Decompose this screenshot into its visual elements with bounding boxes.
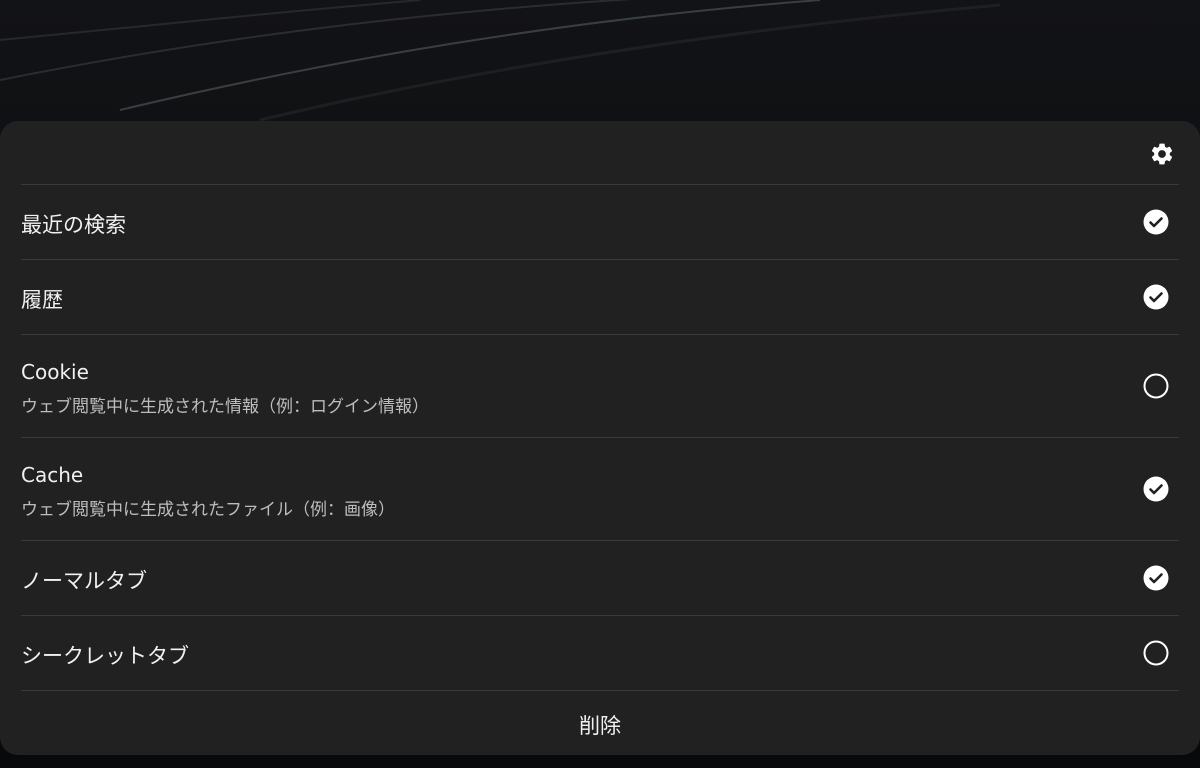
option-normal-tabs[interactable]: ノーマルタブ	[21, 541, 1179, 616]
option-history[interactable]: 履歴	[21, 260, 1179, 335]
option-label: ノーマルタブ	[21, 569, 147, 593]
checked-circle-icon[interactable]	[1143, 476, 1169, 502]
option-secret-tabs[interactable]: シークレットタブ	[21, 616, 1179, 691]
checked-circle-icon[interactable]	[1143, 209, 1169, 235]
option-label: シークレットタブ	[21, 644, 189, 668]
option-cookie[interactable]: Cookie ウェブ閲覧中に生成された情報（例：ログイン情報）	[21, 335, 1179, 438]
unchecked-circle-icon[interactable]	[1143, 640, 1169, 666]
option-label: 履歴	[21, 288, 63, 312]
option-label: Cache	[21, 463, 84, 487]
checked-circle-icon[interactable]	[1143, 284, 1169, 310]
sheet-footer: 削除	[0, 691, 1200, 754]
clear-data-sheet: 最近の検索 履歴 Cookie ウェブ閲覧中に生成された情報（例：ログイン情報）…	[0, 121, 1200, 755]
wallpaper-swirl	[0, 0, 1001, 122]
delete-button[interactable]: 削除	[579, 710, 621, 740]
option-description: ウェブ閲覧中に生成された情報（例：ログイン情報）	[21, 397, 429, 417]
sheet-header	[21, 121, 1179, 185]
option-description: ウェブ閲覧中に生成されたファイル（例：画像）	[21, 500, 395, 520]
option-recent-searches[interactable]: 最近の検索	[21, 185, 1179, 260]
gear-icon[interactable]	[1149, 141, 1175, 167]
option-cache[interactable]: Cache ウェブ閲覧中に生成されたファイル（例：画像）	[21, 438, 1179, 541]
option-label: 最近の検索	[21, 213, 126, 237]
option-label: Cookie	[21, 360, 89, 384]
unchecked-circle-icon[interactable]	[1143, 373, 1169, 399]
checked-circle-icon[interactable]	[1143, 565, 1169, 591]
